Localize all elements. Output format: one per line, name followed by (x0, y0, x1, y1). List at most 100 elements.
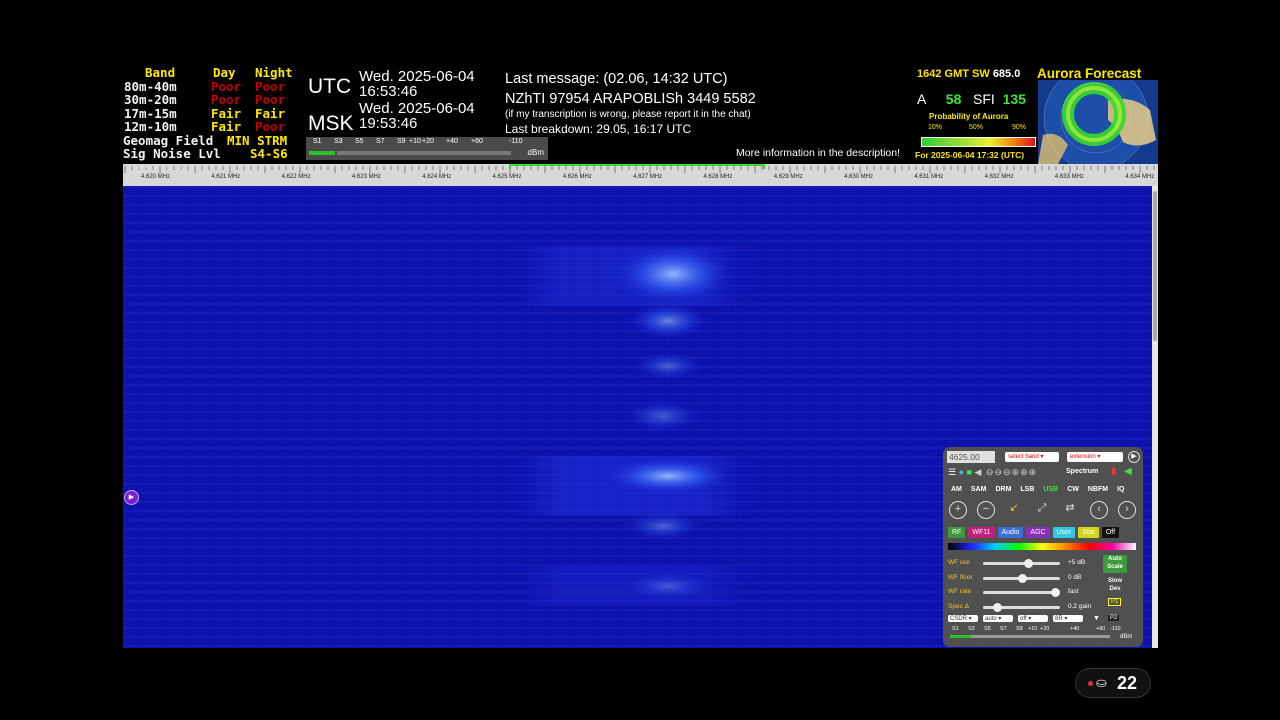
select-band-dropdown[interactable]: select band ▾ (1005, 452, 1059, 462)
tab-stat[interactable]: Stat (1078, 527, 1099, 538)
swap-icon[interactable]: ⇄ (1061, 501, 1079, 519)
slow-dev-button[interactable]: Slow Dev (1103, 577, 1127, 595)
slider-track[interactable] (983, 559, 1060, 568)
s-meter-label: +20 (422, 138, 434, 145)
mode-button-iq[interactable]: IQ (1114, 485, 1127, 494)
frequency-input[interactable]: 4625.00 (947, 451, 995, 463)
waterfall-scrollbar[interactable] (1152, 186, 1158, 648)
slider-knob[interactable] (1051, 588, 1060, 597)
prev-icon[interactable]: ‹ (1090, 501, 1108, 519)
ruler-label: 4.631 MHz (914, 174, 944, 180)
zoom-buttons[interactable]: ◀ ⊖⊖⊖⊕⊕⊕ (975, 467, 1038, 477)
tab-user[interactable]: User (1052, 527, 1076, 538)
menu-icon[interactable]: ☰ (948, 467, 956, 477)
day-condition: Fair (211, 105, 242, 121)
s-meter-unit: dBm (527, 148, 544, 157)
ruler-label: 4.634 MHz (1125, 174, 1155, 180)
zoom-max-icon[interactable]: ⤢ (1033, 501, 1051, 519)
scroll-thumb[interactable] (1153, 191, 1157, 341)
dropdown-value: 8R (1055, 616, 1063, 622)
last-message: Last message: (02.06, 14:32 UTC) (505, 71, 728, 87)
panel-dropdown[interactable]: 8R ▾ (1053, 615, 1083, 622)
ruler-label: 4.633 MHz (1054, 174, 1084, 180)
mode-button-drm[interactable]: DRM (992, 485, 1014, 494)
utc-label: UTC (308, 75, 352, 98)
mode-button-lsb[interactable]: LSB (1017, 485, 1037, 494)
colormap-bar (948, 543, 1136, 550)
ruler-label: 4.625 MHz (492, 174, 522, 180)
slider-knob[interactable] (1017, 573, 1027, 583)
tab-wf11[interactable]: WF11 (968, 527, 995, 538)
spectrum-label[interactable]: Spectrum (1066, 468, 1098, 475)
p2-button[interactable]: P2 (1108, 615, 1120, 621)
slider-knob[interactable] (993, 602, 1003, 612)
day-condition: Poor (211, 78, 242, 94)
zoom-in-icon[interactable]: + (949, 501, 967, 519)
slider-value: +5 dB (1068, 559, 1086, 566)
viewers-icon: ⛀ (1096, 675, 1107, 690)
extension-label: extension (1070, 454, 1096, 460)
panel-meter-level (950, 635, 971, 638)
live-dot (1088, 681, 1093, 686)
dropdown-row: CSDR ▾ auto ▾ off ▾ 8R ▾ (948, 615, 1088, 622)
a-index-value: 58 (945, 91, 962, 107)
speaker-icon[interactable]: ◀ (1124, 466, 1132, 477)
audio-icon[interactable]: ● (959, 467, 964, 477)
auto-scale-button[interactable]: Auto Scale (1103, 555, 1127, 573)
tab-rf[interactable]: RF (948, 527, 966, 538)
s-meter-label: +10 (409, 138, 421, 145)
geomag-label: Geomag Field (123, 132, 214, 148)
zoom-band-icon[interactable]: ↙ (1005, 501, 1023, 519)
panel-dropdown[interactable]: CSDR ▾ (948, 615, 978, 622)
slider-track[interactable] (983, 602, 1060, 612)
message-content: NZhTI 97954 ARAPOBLISh 3449 5582 (505, 91, 756, 107)
arrow-down-icon[interactable]: ▼ (1093, 615, 1100, 622)
slider-label: WF floor (948, 573, 973, 581)
control-panel: 4625.00 select band ▾ extension ▾ ▶ ☰ ● … (943, 447, 1143, 647)
p1-button[interactable]: P1 (1108, 598, 1122, 606)
utc-date: Wed. 2025-06-04 (359, 68, 475, 85)
mode-button-am[interactable]: AM (948, 485, 965, 494)
solar-wind-value: 685.0 (992, 68, 1021, 80)
next-icon[interactable]: ▶ (1128, 451, 1140, 463)
condition-row: 12m-10m Fair Poor (123, 120, 303, 134)
day-condition: Fair (211, 119, 242, 134)
mode-button-nbfm[interactable]: NBFM (1085, 485, 1111, 494)
zoom-out-icon[interactable]: − (977, 501, 995, 519)
panel-dropdown[interactable]: off ▾ (1018, 615, 1048, 622)
day-condition: Poor (211, 92, 242, 107)
dropdown-value: off (1020, 616, 1027, 622)
slider-value: fast (1068, 588, 1079, 595)
play-icon[interactable]: ▶ (124, 490, 139, 505)
tab-off[interactable]: Off (1101, 527, 1120, 538)
noise-label: Sig Noise Lvl (123, 146, 221, 161)
mode-button-usb[interactable]: USB (1040, 485, 1061, 494)
noise-value: S4-S6 (250, 146, 288, 161)
slider-knob[interactable] (1023, 559, 1033, 568)
panel-meter-label: S1 (952, 626, 959, 632)
s-meter-label: -110 (509, 138, 523, 145)
slider-track[interactable] (983, 573, 1060, 583)
zoom-row: ☰ ● ■ ◀ ⊖⊖⊖⊕⊕⊕ (948, 467, 1037, 478)
panel-meter-label: S9 (1016, 626, 1023, 632)
tab-audio[interactable]: Audio (997, 527, 1024, 538)
passband-marker[interactable] (509, 164, 765, 169)
tab-agc[interactable]: AGC (1026, 527, 1050, 538)
a-index-label: A (917, 91, 927, 107)
slider-label: Spec Δ (948, 602, 969, 610)
ruler-label: 4.626 MHz (562, 174, 592, 180)
mode-button-sam[interactable]: SAM (968, 485, 990, 494)
s-meter-label: S5 (355, 138, 364, 145)
check-icon[interactable]: ■ (967, 467, 972, 477)
mode-button-cw[interactable]: CW (1064, 485, 1082, 494)
dropdown-value: auto (985, 616, 997, 622)
band-conditions: Band Day Night 80m-40m Poor Poor 30m-20m Poo… (123, 66, 303, 164)
panel-dropdown[interactable]: auto ▾ (983, 615, 1013, 622)
indices: A 58 SFI 135 (917, 91, 1026, 107)
extension-dropdown[interactable]: extension ▾ (1067, 452, 1123, 462)
next-page-icon[interactable]: › (1118, 501, 1136, 519)
slider-track[interactable] (983, 588, 1060, 597)
panel-meter-unit: dBm (1120, 634, 1133, 640)
mute-icon[interactable]: ▮ (1111, 466, 1117, 477)
s-meter-label: +60 (471, 138, 483, 145)
